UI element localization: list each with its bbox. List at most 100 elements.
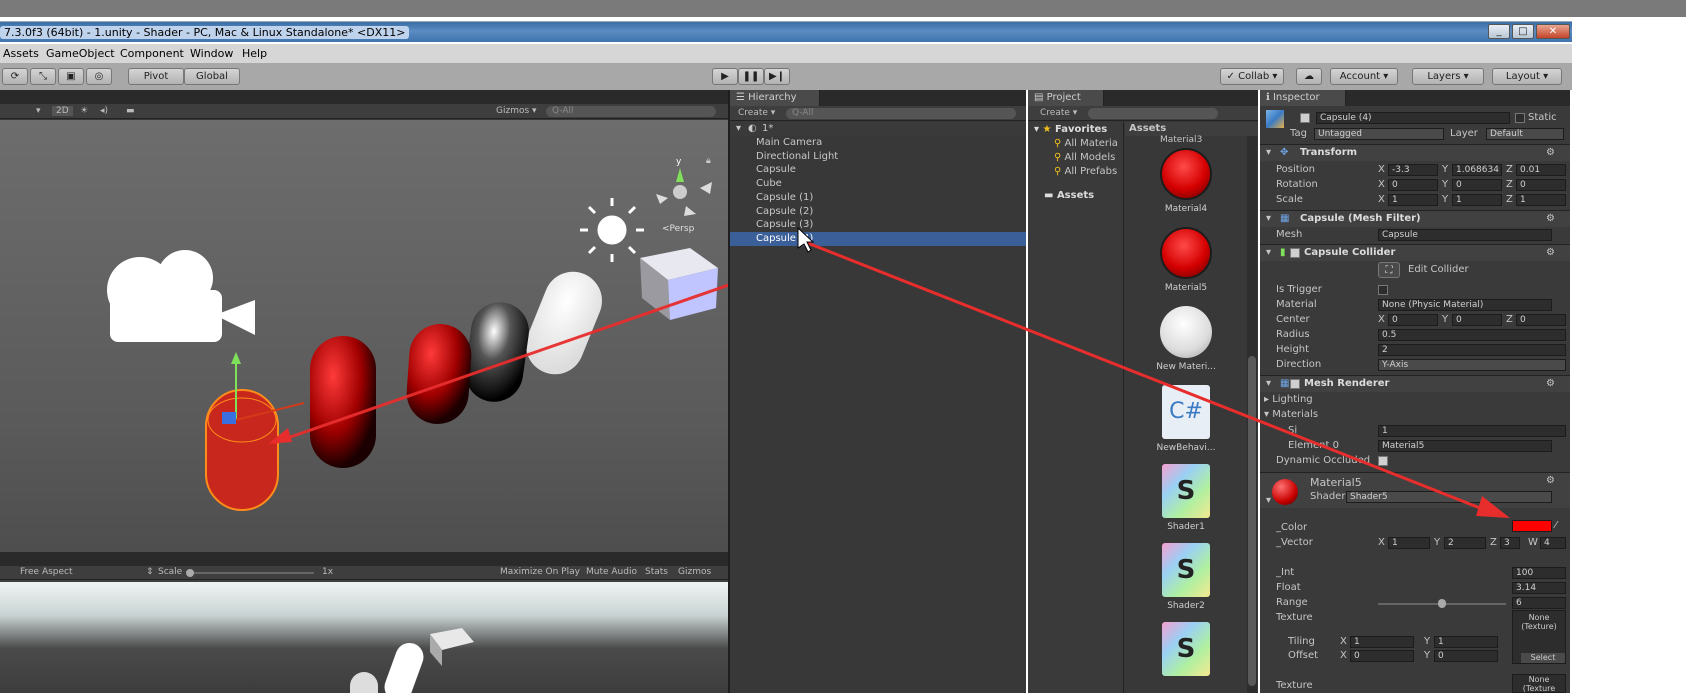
aspect-dropdown[interactable]: Free Aspect <box>20 567 73 577</box>
mute-audio-toggle[interactable]: Mute Audio <box>586 567 637 577</box>
mode-2d-toggle[interactable]: 2D <box>52 106 73 116</box>
game-viewport[interactable] <box>0 582 728 693</box>
project-scrollbar[interactable] <box>1247 136 1257 693</box>
position-y[interactable]: 1.068634 <box>1452 164 1502 176</box>
minimize-button[interactable]: _ <box>1488 24 1510 39</box>
shader-dropdown[interactable]: Shader5 <box>1346 491 1552 503</box>
element-material-field[interactable]: Material5 <box>1378 440 1552 452</box>
favorites-section[interactable]: ▾ ★ Favorites <box>1034 124 1107 135</box>
hierarchy-item[interactable]: Capsule (3) <box>730 218 1026 232</box>
component-settings-icon[interactable]: ⚙ <box>1546 147 1555 158</box>
audio-toggle-icon[interactable]: ◂) <box>100 106 108 116</box>
step-button[interactable]: ▶❙ <box>764 68 790 85</box>
scene-gizmos-dropdown[interactable]: Gizmos ▾ <box>496 106 537 116</box>
transform-tool-icon[interactable]: ◎ <box>86 68 112 85</box>
hierarchy-item[interactable]: Cube <box>730 177 1026 191</box>
component-settings-icon[interactable]: ⚙ <box>1546 475 1555 486</box>
pause-button[interactable]: ❚❚ <box>738 68 764 85</box>
rect-tool-icon[interactable]: ▣ <box>58 68 84 85</box>
cloud-icon[interactable]: ☁ <box>1296 68 1322 85</box>
inspector-tab[interactable]: ℹ Inspector <box>1260 90 1346 106</box>
hierarchy-item[interactable]: Capsule (2) <box>730 205 1026 219</box>
fav-all-materials[interactable]: ⚲ All Materia <box>1054 138 1118 149</box>
scene-search-input[interactable]: Q-All <box>546 106 716 117</box>
center-x[interactable]: 0 <box>1388 314 1438 326</box>
play-button[interactable]: ▶ <box>712 68 738 85</box>
project-tab[interactable]: ▤ Project <box>1028 90 1104 106</box>
hierarchy-item[interactable]: Main Camera <box>730 136 1026 150</box>
static-checkbox[interactable] <box>1515 113 1525 123</box>
hierarchy-item[interactable]: Capsule (4) <box>730 231 1026 246</box>
material-header[interactable]: Material5 Shader Shader5 ⚙ ▾ <box>1260 472 1570 508</box>
scale-y[interactable]: 1 <box>1452 194 1502 206</box>
mesh-field[interactable]: Capsule <box>1378 229 1552 241</box>
component-settings-icon[interactable]: ⚙ <box>1546 213 1555 224</box>
assets-root-folder[interactable]: ▬ Assets <box>1044 190 1094 201</box>
component-settings-icon[interactable]: ⚙ <box>1546 247 1555 258</box>
scale-z[interactable]: 1 <box>1516 194 1566 206</box>
layout-dropdown[interactable]: Layout ▾ <box>1492 68 1562 85</box>
hierarchy-tab[interactable]: ☰ Hierarchy <box>730 90 820 106</box>
asset-item[interactable]: Material4 <box>1149 148 1223 214</box>
active-checkbox[interactable] <box>1300 113 1310 123</box>
position-z[interactable]: 0.01 <box>1516 164 1566 176</box>
is-trigger-checkbox[interactable] <box>1378 285 1388 295</box>
transform-header[interactable]: ▾ ✥ Transform ⚙ <box>1260 144 1570 161</box>
texture2-slot[interactable]: None (Texture <box>1512 674 1566 693</box>
project-search-input[interactable] <box>1088 108 1218 119</box>
tag-dropdown[interactable]: Untagged <box>1314 128 1444 140</box>
physic-material-field[interactable]: None (Physic Material) <box>1378 299 1552 311</box>
asset-item[interactable]: C# NewBehavi... <box>1149 385 1223 453</box>
tiling-x[interactable]: 1 <box>1350 636 1414 648</box>
scene-viewport[interactable]: y <Persp 🔒︎ <box>0 120 728 552</box>
stats-toggle[interactable]: Stats <box>645 567 668 577</box>
rotation-x[interactable]: 0 <box>1388 179 1438 191</box>
rotation-y[interactable]: 0 <box>1452 179 1502 191</box>
close-button[interactable]: ✕ <box>1536 24 1570 39</box>
pivot-toggle[interactable]: Pivot <box>128 68 184 85</box>
int-field[interactable]: 100 <box>1512 567 1566 579</box>
lock-icon[interactable]: 🔒︎ <box>706 156 711 166</box>
center-z[interactable]: 0 <box>1516 314 1566 326</box>
menu-assets[interactable]: Assets <box>3 47 39 60</box>
direction-dropdown[interactable]: Y-Axis <box>1378 359 1566 371</box>
color-swatch[interactable] <box>1512 520 1552 532</box>
maximize-button[interactable]: □ <box>1512 24 1534 39</box>
fold-arrow-icon[interactable]: ▾ <box>1266 495 1271 506</box>
asset-item[interactable]: S Shader2 <box>1149 543 1223 611</box>
vector-w[interactable]: 4 <box>1540 537 1566 549</box>
eyedropper-icon[interactable]: ⁄ <box>1555 520 1557 531</box>
menu-window[interactable]: Window <box>190 47 233 60</box>
hierarchy-item[interactable]: Capsule <box>730 163 1026 177</box>
scale-tool-icon[interactable]: ⤡ <box>30 68 56 85</box>
menu-help[interactable]: Help <box>242 47 267 60</box>
hierarchy-item[interactable]: Directional Light <box>730 150 1026 164</box>
dynamic-occluded-checkbox[interactable] <box>1378 456 1388 466</box>
shading-mode-dropdown[interactable]: ▾ <box>36 106 41 116</box>
texture-select-button[interactable]: Select <box>1521 653 1565 663</box>
asset-item[interactable]: Material5 <box>1149 227 1223 293</box>
lighting-foldout[interactable]: ▸ Lighting <box>1264 394 1313 405</box>
fold-arrow-icon[interactable]: ▾ <box>1266 213 1271 224</box>
persp-label[interactable]: <Persp <box>662 224 694 234</box>
range-slider-thumb[interactable] <box>1438 599 1446 608</box>
collider-enabled-checkbox[interactable] <box>1290 248 1300 258</box>
vector-z[interactable]: 3 <box>1500 537 1520 549</box>
edit-collider-button[interactable]: ⛶ <box>1378 262 1400 278</box>
vector-y[interactable]: 2 <box>1444 537 1486 549</box>
object-name-field[interactable]: Capsule (4) <box>1316 112 1510 124</box>
mesh-renderer-header[interactable]: ▾ ▦ Mesh Renderer ⚙ <box>1260 375 1570 392</box>
texture-slot[interactable]: None (Texture) Select <box>1512 610 1566 664</box>
capsule-collider-header[interactable]: ▾ ▮ Capsule Collider ⚙ <box>1260 244 1570 261</box>
fav-all-prefabs[interactable]: ⚲ All Prefabs <box>1054 166 1117 177</box>
scene-view[interactable]: ▾ 2D ☀ ◂) ▬ Gizmos ▾ Q-All y <Persp 🔒︎ <box>0 90 728 552</box>
tiling-y[interactable]: 1 <box>1434 636 1498 648</box>
float-field[interactable]: 3.14 <box>1512 582 1566 594</box>
hierarchy-search-input[interactable]: Q-All <box>786 108 1016 119</box>
fav-all-models[interactable]: ⚲ All Models <box>1054 152 1115 163</box>
materials-foldout[interactable]: ▾ Materials <box>1264 409 1318 420</box>
effects-toggle-icon[interactable]: ▬ <box>126 106 135 116</box>
layer-dropdown[interactable]: Default <box>1486 128 1564 140</box>
mesh-filter-header[interactable]: ▾ ▦ Capsule (Mesh Filter) ⚙ <box>1260 210 1570 227</box>
project-create-dropdown[interactable]: Create ▾ <box>1040 108 1077 118</box>
